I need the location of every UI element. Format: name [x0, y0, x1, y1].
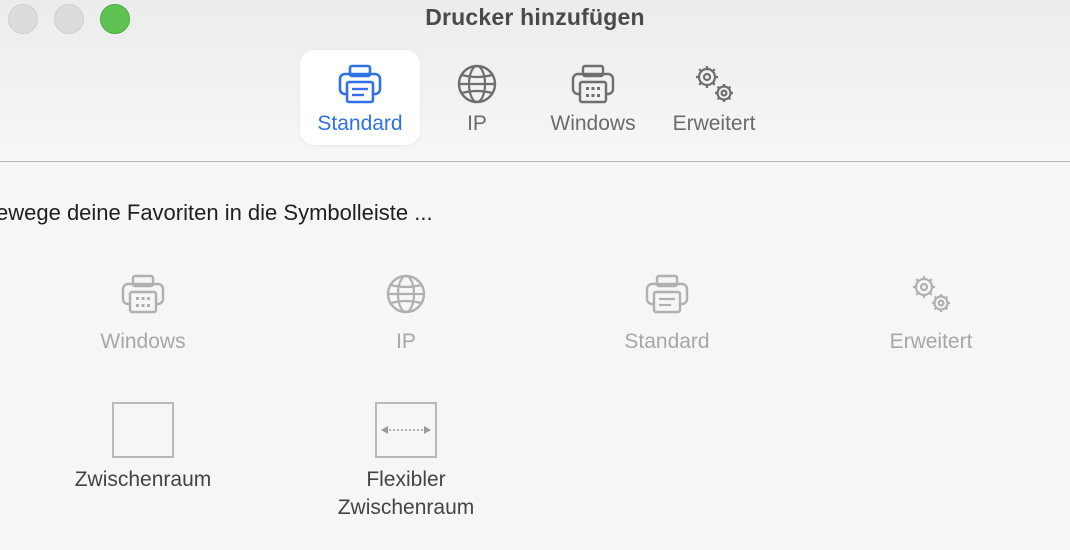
- toolbar-label-standard: Standard: [317, 112, 403, 135]
- toolbar-label-windows: Windows: [550, 112, 636, 135]
- palette-label-space: Zwischenraum: [74, 468, 212, 491]
- toolbar-label-ip: IP: [467, 112, 487, 135]
- palette-label-standard: Standard: [624, 330, 710, 353]
- flexible-space-label-line2: Zwischenraum: [337, 496, 475, 519]
- palette-item-flexible-space[interactable]: Flexibler Zwischenraum: [306, 402, 506, 522]
- double-arrow-icon: [381, 426, 431, 434]
- gears-icon: [913, 276, 950, 312]
- toolbar-label-erweitert: Erweitert: [672, 112, 756, 135]
- printer-icon: [338, 64, 382, 104]
- palette-label-windows: Windows: [100, 330, 186, 353]
- windows-printer-icon: [121, 274, 165, 314]
- palette-item-windows[interactable]: Windows: [43, 270, 243, 354]
- space-box: [112, 402, 174, 458]
- palette-label-flexible-space: Flexibler Zwischenraum: [338, 466, 475, 522]
- palette-item-erweitert[interactable]: Erweitert: [831, 270, 1031, 354]
- palette-item-ip[interactable]: IP: [306, 270, 506, 354]
- toolbar-item-windows[interactable]: Windows: [533, 50, 653, 145]
- window-toolbar-area: Drucker hinzufügen Standard IP Windows E…: [0, 0, 1070, 162]
- toolbar-item-erweitert[interactable]: Erweitert: [654, 50, 774, 145]
- customize-instruction: ewege deine Favoriten in die Symbolleist…: [0, 200, 433, 225]
- globe-icon: [386, 274, 426, 314]
- palette-item-space[interactable]: Zwischenraum: [43, 402, 243, 494]
- globe-icon: [457, 64, 497, 104]
- gears-icon: [696, 66, 733, 102]
- flexible-space-box: [375, 402, 437, 458]
- printer-icon: [645, 274, 689, 314]
- palette-label-erweitert: Erweitert: [889, 330, 973, 353]
- palette-item-standard[interactable]: Standard: [567, 270, 767, 354]
- toolbar-item-standard[interactable]: Standard: [300, 50, 420, 145]
- palette-label-ip: IP: [396, 330, 416, 353]
- toolbar-item-ip[interactable]: IP: [417, 50, 537, 145]
- flexible-space-label-line1: Flexibler: [366, 468, 446, 491]
- windows-printer-icon: [571, 64, 615, 104]
- window-title: Drucker hinzufügen: [425, 4, 645, 30]
